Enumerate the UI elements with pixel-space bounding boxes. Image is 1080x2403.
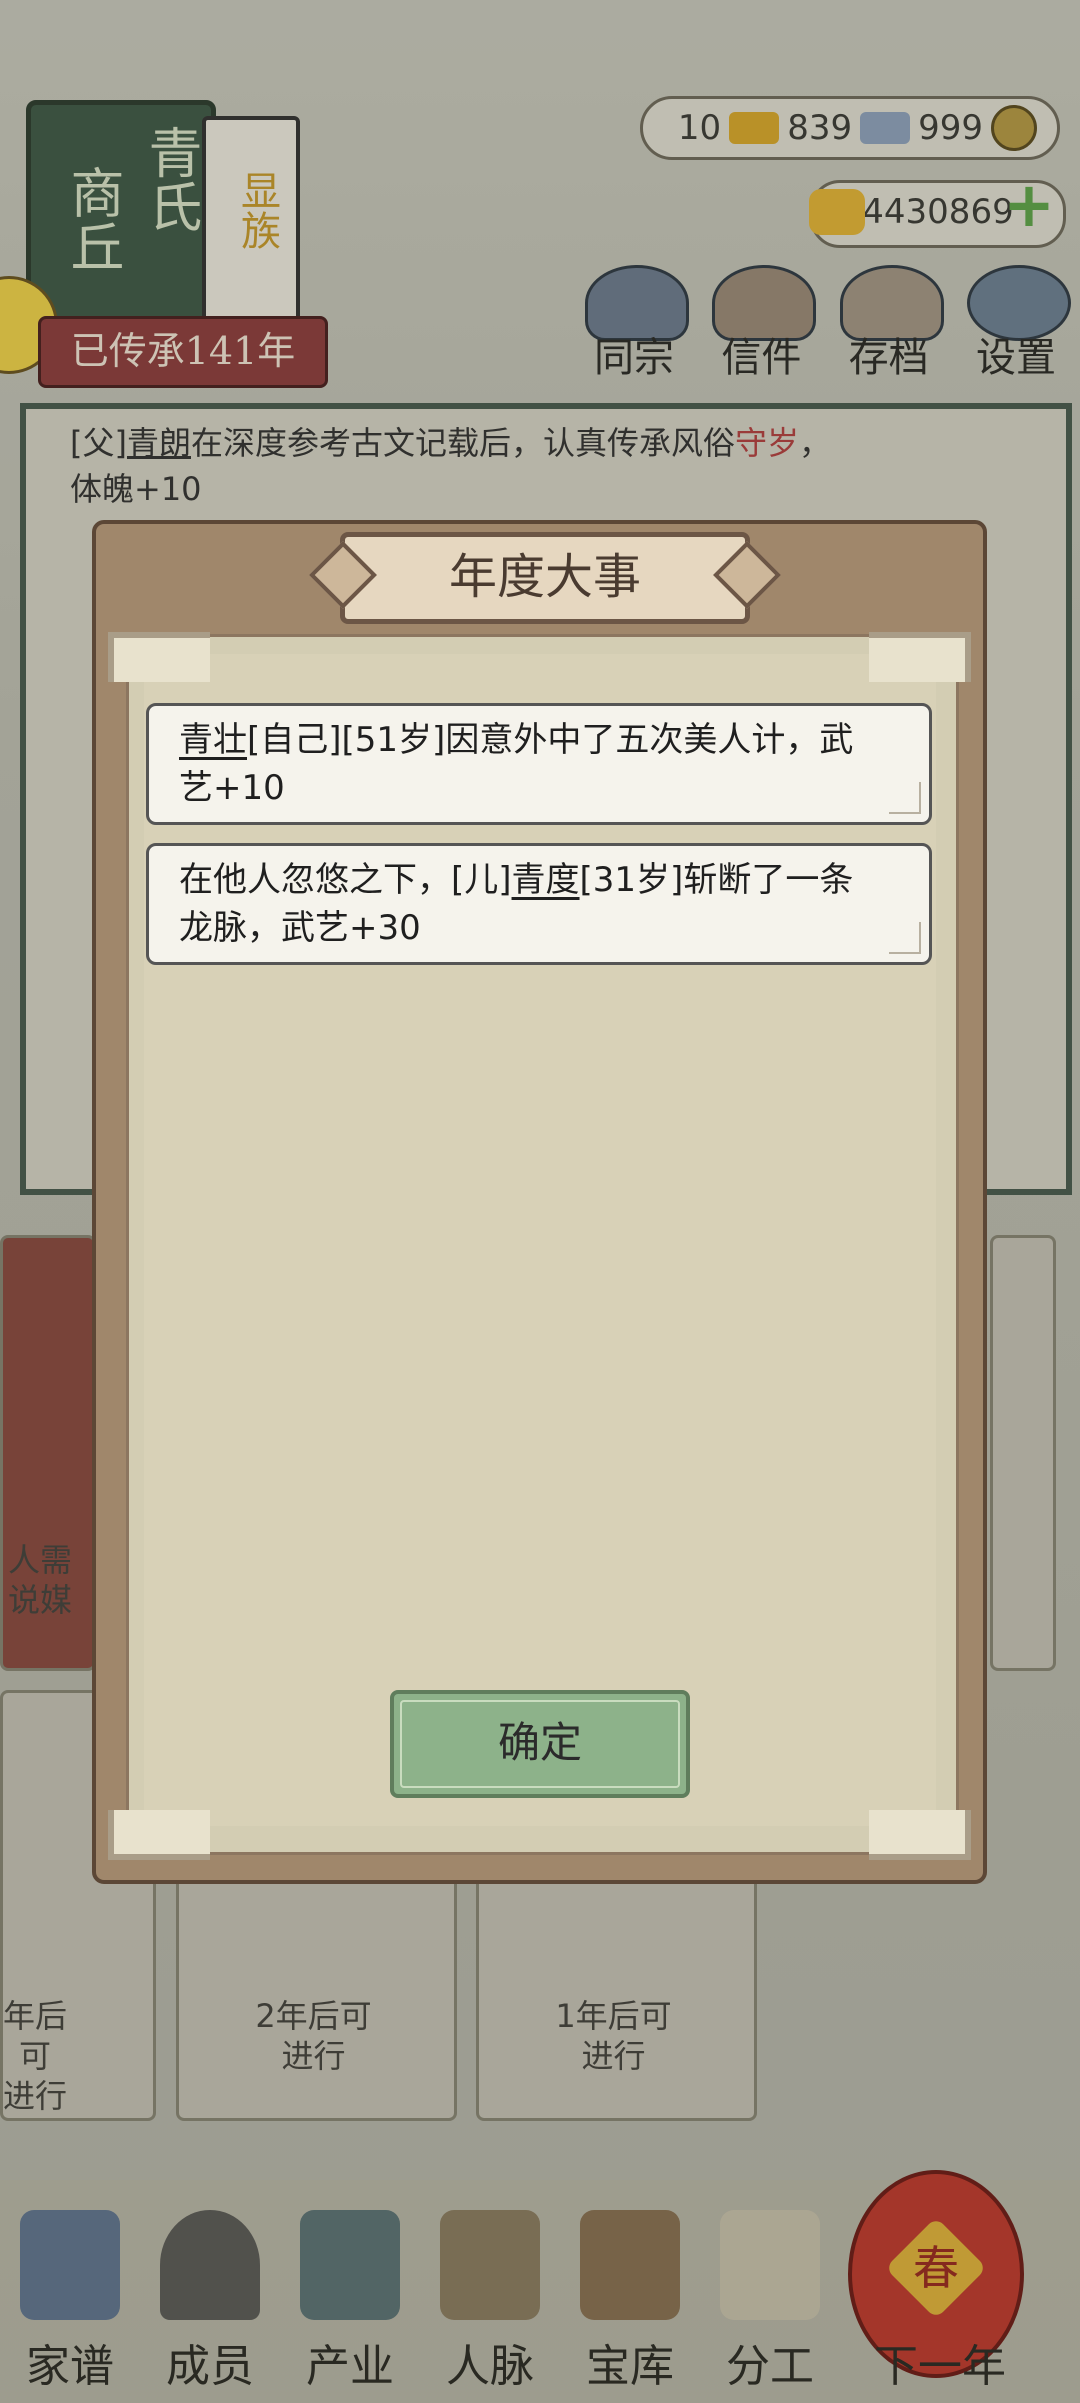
- modal-paper: [144, 654, 936, 1826]
- event-1-corner-deco: [889, 782, 921, 814]
- corner-ornament-bl: [108, 1810, 210, 1860]
- event-1-person[interactable]: 青壮: [179, 720, 247, 760]
- event-2-corner-deco: [889, 922, 921, 954]
- confirm-button[interactable]: 确定: [390, 1690, 690, 1798]
- corner-ornament-tr: [869, 632, 971, 682]
- event-2-prefix: 在他人忽悠之下，[儿]: [179, 860, 512, 900]
- corner-ornament-br: [869, 1810, 971, 1860]
- event-1-text: [自己][51岁]因意外中了五次美人计，武: [247, 720, 854, 760]
- event-2-person[interactable]: 青度: [512, 860, 580, 900]
- event-2-text: [31岁]斩断了一条: [579, 860, 854, 900]
- event-card-2: 在他人忽悠之下，[儿]青度[31岁]斩断了一条 龙脉，武艺+30: [146, 843, 932, 965]
- modal-title-banner: 年度大事: [340, 532, 750, 624]
- event-card-1: 青壮[自己][51岁]因意外中了五次美人计，武 艺+10: [146, 703, 932, 825]
- modal-title: 年度大事: [448, 549, 641, 605]
- event-2-text-2: 龙脉，武艺+30: [179, 908, 421, 948]
- event-1-text-2: 艺+10: [179, 768, 285, 808]
- corner-ornament-tl: [108, 632, 210, 682]
